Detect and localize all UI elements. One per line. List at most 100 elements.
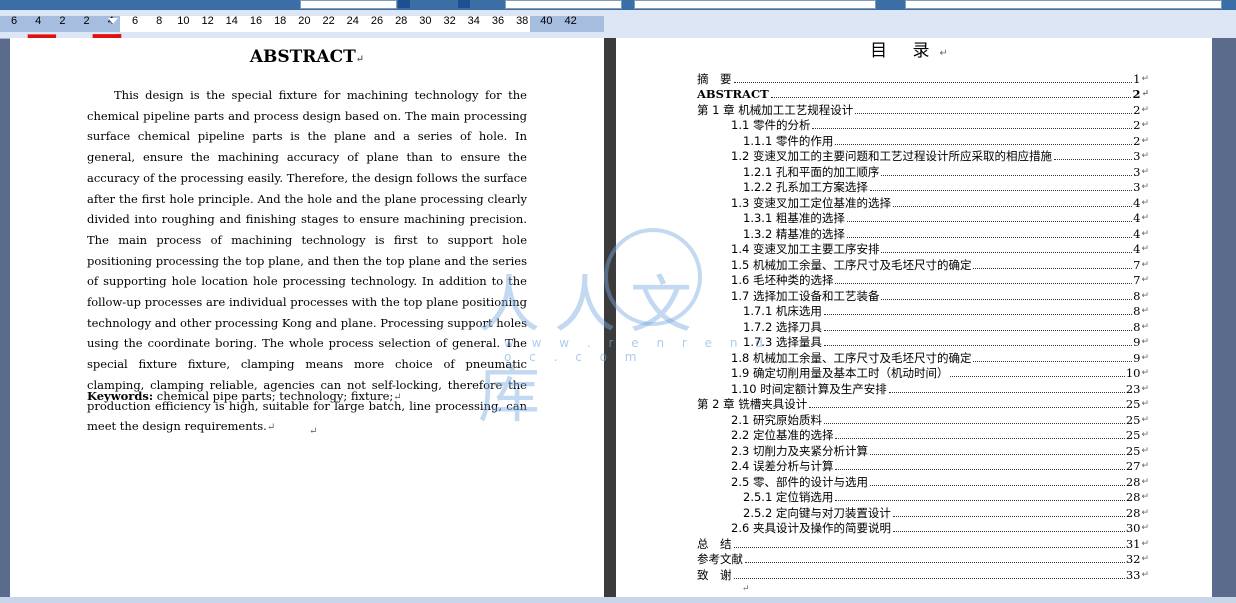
toc-entry-label: 1.10 时间定额计算及生产安排 (731, 381, 887, 396)
paragraph-mark: ↵ (1141, 492, 1149, 502)
toc-leader-dots (835, 143, 1133, 145)
toc-entry[interactable]: 2.3 切削力及夹紧分析计算 25 ↵ (697, 443, 1149, 459)
toc-entry[interactable]: 1.1 零件的分析 2 ↵ (697, 118, 1149, 134)
toolbar-field[interactable] (905, 0, 1222, 9)
toc-entry-page: 3 (1133, 149, 1141, 163)
toc-entry-page: 10 (1125, 366, 1141, 380)
paragraph-mark: ↵ (1141, 275, 1149, 285)
toolbar-field[interactable] (505, 0, 622, 9)
toc-entry-page: 9 (1133, 335, 1141, 349)
toc-entry-label: 1.1.1 零件的作用 (743, 133, 834, 148)
toc-entry-page: 25 (1125, 428, 1141, 442)
toolbar-field[interactable] (300, 0, 397, 9)
toc-entry-page: 4 (1133, 195, 1141, 210)
toc-entry[interactable]: 参考文献 32 ↵ (697, 552, 1149, 568)
toc-entry[interactable]: 1.5 机械加工余量、工序尺寸及毛坯尺寸的确定 7 ↵ (697, 257, 1149, 273)
toc-entry[interactable]: 2.5.1 定位销选用 28 ↵ (697, 490, 1149, 506)
abstract-title: ABSTRACT↵ (249, 47, 365, 67)
toolbar-dropdown-button[interactable] (398, 0, 410, 8)
paragraph-mark: ↵ (1141, 368, 1149, 378)
toc-entry[interactable]: 1.2 变速叉加工的主要问题和工艺过程设计所应采取的相应措施 3 ↵ (697, 149, 1149, 165)
ruler-tick-label: 10 (177, 15, 190, 27)
toc-entry[interactable]: 1.2.1 孔和平面的加工顺序 3 ↵ (697, 164, 1149, 180)
toc-entry[interactable]: 1.6 毛坯种类的选择 7 ↵ (697, 273, 1149, 289)
toc-entry[interactable]: 2.6 夹具设计及操作的简要说明 30 ↵ (697, 521, 1149, 537)
toc-entry[interactable]: 2.2 定位基准的选择 25 ↵ (697, 428, 1149, 444)
toc-entry-label: 第 1 章 机械加工工艺规程设计 (697, 102, 854, 117)
paragraph-mark: ↵ (1141, 554, 1149, 564)
toc-leader-dots (869, 189, 1133, 191)
toc-entry[interactable]: 1.3.1 粗基准的选择 4 ↵ (697, 211, 1149, 227)
toc-entry-label: 1.9 确定切削用量及基本工时（机动时间） (731, 366, 949, 380)
toc-leader-dots (888, 391, 1125, 393)
toc-entry-page: 32 (1125, 552, 1141, 566)
ruler-tick-label: 8 (156, 15, 163, 27)
paragraph-mark: ↵ (1141, 228, 1149, 239)
toc-entry-page: 4 (1133, 211, 1141, 225)
toc-entry-page: 7 (1133, 273, 1141, 287)
ruler-tick-label: 28 (395, 15, 408, 27)
toc-entry[interactable]: 1.7.1 机床选用 8 ↵ (697, 304, 1149, 320)
toc-entry[interactable]: 1.9 确定切削用量及基本工时（机动时间） 10 ↵ (697, 366, 1149, 382)
toc-entry[interactable]: 总 结 31 ↵ (697, 536, 1149, 552)
ruler-tick-label: 26 (370, 15, 384, 27)
toc-entry-label: 1.7.2 选择刀具 (743, 319, 822, 334)
toc-entry[interactable]: 2.1 研究原始质料 25 ↵ (697, 412, 1149, 428)
toc-entry-page: 4 (1133, 226, 1141, 241)
toc-leader-dots (733, 81, 1133, 83)
toc-entry[interactable]: 2.5.2 定向键与对刀装置设计 28 ↵ (697, 505, 1149, 521)
toc-entry[interactable]: 1.2.2 孔系加工方案选择 3 ↵ (697, 180, 1149, 196)
toc-entry[interactable]: 第 2 章 铣槽夹具设计 25 ↵ (697, 397, 1149, 413)
ruler-tick-label: 42 (564, 15, 577, 27)
page-gap (604, 38, 616, 597)
toc-entry[interactable]: 1.7.3 选择量具 9 ↵ (697, 335, 1149, 351)
paragraph-mark: ↵ (1141, 151, 1149, 161)
toc-leader-dots (835, 437, 1125, 439)
toc-entry-page: 2 (1133, 102, 1141, 117)
paragraph-mark: ↵ (1141, 120, 1149, 130)
toc-entry-label: 总 结 (697, 536, 732, 551)
toc-entry[interactable]: 1.10 时间定额计算及生产安排 23 ↵ (697, 381, 1149, 397)
toc-entry[interactable]: 1.4 变速叉加工主要工序安排 4 ↵ (697, 242, 1149, 258)
document-page-toc[interactable]: 目 录↵ 摘 要 1 ↵ ABSTRACT 2 ↵ 第 1 章 机械加工工艺规程设计 2 ↵ 1.… (616, 38, 1212, 597)
toc-entry[interactable]: 摘 要 1 ↵ (697, 71, 1149, 87)
toc-entry[interactable]: 1.8 机械加工余量、工序尺寸及毛坯尺寸的确定 9 ↵ (697, 350, 1149, 366)
toolbar-dropdown-button[interactable] (458, 0, 470, 8)
document-page-abstract[interactable]: ABSTRACT↵ This design is the special fix… (10, 38, 604, 597)
toolbar-field[interactable] (634, 0, 876, 9)
toc-entry-page: 2 (1132, 87, 1141, 101)
horizontal-ruler[interactable]: 6 4 2 2 4 6 8 10 12 14 16 18 20 22 24 26 28 30 32 34 36 38 40 4… (0, 10, 1236, 39)
paragraph-mark: ↵ (1141, 383, 1149, 394)
toc-entry[interactable]: 第 1 章 机械加工工艺规程设计 2 ↵ (697, 102, 1149, 118)
toc-entry[interactable]: 1.7 选择加工设备和工艺装备 8 ↵ (697, 288, 1149, 304)
toc-entry[interactable]: 1.1.1 零件的作用 2 ↵ (697, 133, 1149, 149)
toc-entry-page: 8 (1133, 319, 1141, 334)
toc-leader-dots (823, 422, 1125, 424)
toc-leader-dots (733, 577, 1125, 579)
toc-entry[interactable]: 致 谢 33 ↵ (697, 567, 1149, 583)
abstract-keywords: Keywords: chemical pipe parts; technolog… (87, 389, 402, 403)
toc-entry-label: 2.4 误差分析与计算 (731, 459, 834, 473)
toc-entry[interactable]: 2.4 误差分析与计算 27 ↵ (697, 459, 1149, 475)
toc-leader-dots (973, 360, 1133, 362)
status-bar (0, 597, 1236, 603)
toc-leader-dots (733, 546, 1125, 548)
paragraph-mark: ↵ (1141, 244, 1149, 254)
paragraph-mark: ↵ (1141, 399, 1149, 409)
toc-entry-label: 2.5.2 定向键与对刀装置设计 (743, 505, 891, 520)
paragraph-mark: ↵ (1141, 104, 1149, 115)
abstract-body: This design is the special fixture for m… (87, 88, 527, 434)
toc-entry-page: 8 (1133, 304, 1141, 318)
toc-entry[interactable]: 2.5 零、部件的设计与选用 28 ↵ (697, 474, 1149, 490)
toc-entry-label: 2.5 零、部件的设计与选用 (731, 474, 868, 489)
toc-entry[interactable]: 1.3 变速叉加工定位基准的选择 4 ↵ (697, 195, 1149, 211)
ruler-tick-label: 16 (249, 15, 263, 27)
toc-entry[interactable]: 1.3.2 精基准的选择 4 ↵ (697, 226, 1149, 242)
paragraph-mark: ↵ (1141, 461, 1149, 471)
toc-entry-page: 27 (1125, 459, 1141, 473)
toc-entry[interactable]: 1.7.2 选择刀具 8 ↵ (697, 319, 1149, 335)
toc-entry-label: 1.6 毛坯种类的选择 (731, 273, 834, 287)
ruler-tick-label: 24 (346, 15, 359, 27)
toc-entry-page: 33 (1125, 567, 1141, 582)
toc-entry[interactable]: ABSTRACT 2 ↵ (697, 87, 1149, 103)
